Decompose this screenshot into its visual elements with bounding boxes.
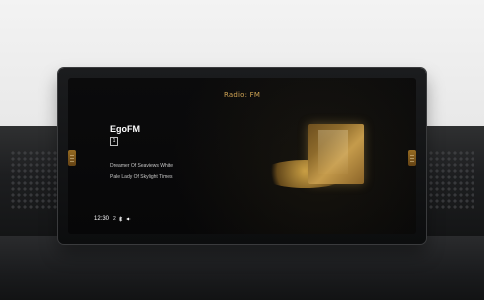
track-title: Dreamer Of Seaviews White (110, 163, 174, 169)
volume-icon (126, 217, 131, 221)
bluetooth-icon (118, 216, 123, 222)
right-tab-grip-top (410, 155, 414, 156)
right-speaker-grille (422, 150, 474, 210)
station-name: EgoFM (110, 124, 140, 134)
right-tab-icon[interactable] (408, 150, 416, 166)
status-text: 2 (113, 216, 116, 222)
clock: 12:30 (94, 216, 110, 222)
screen-title: Radio: FM (223, 91, 261, 99)
status-bar: 12:30 2 (94, 216, 132, 222)
left-tab-grip-bottom (70, 161, 74, 162)
left-tab-grip-middle (70, 158, 74, 159)
left-speaker-grille (10, 150, 60, 210)
right-tab-grip-middle (410, 158, 414, 159)
radio-screen: Radio: FM EgoFM 1 Dreamer Of Seaviews Wh… (68, 78, 416, 234)
album-art-area (260, 124, 364, 198)
lower-dashboard (0, 236, 484, 300)
left-tab-icon[interactable] (68, 150, 76, 166)
infotainment-device: Radio: FM EgoFM 1 Dreamer Of Seaviews Wh… (58, 68, 426, 244)
right-tab-grip-bottom (410, 161, 414, 162)
status-icons: 2 (113, 216, 132, 222)
preset-badge: 1 (110, 137, 118, 146)
album-cover (308, 124, 364, 184)
track-artist: Pale Lady Of Skylight Times (110, 174, 173, 180)
car-infotainment-scene: Radio: FM EgoFM 1 Dreamer Of Seaviews Wh… (0, 0, 484, 300)
left-tab-grip-top (70, 155, 74, 156)
